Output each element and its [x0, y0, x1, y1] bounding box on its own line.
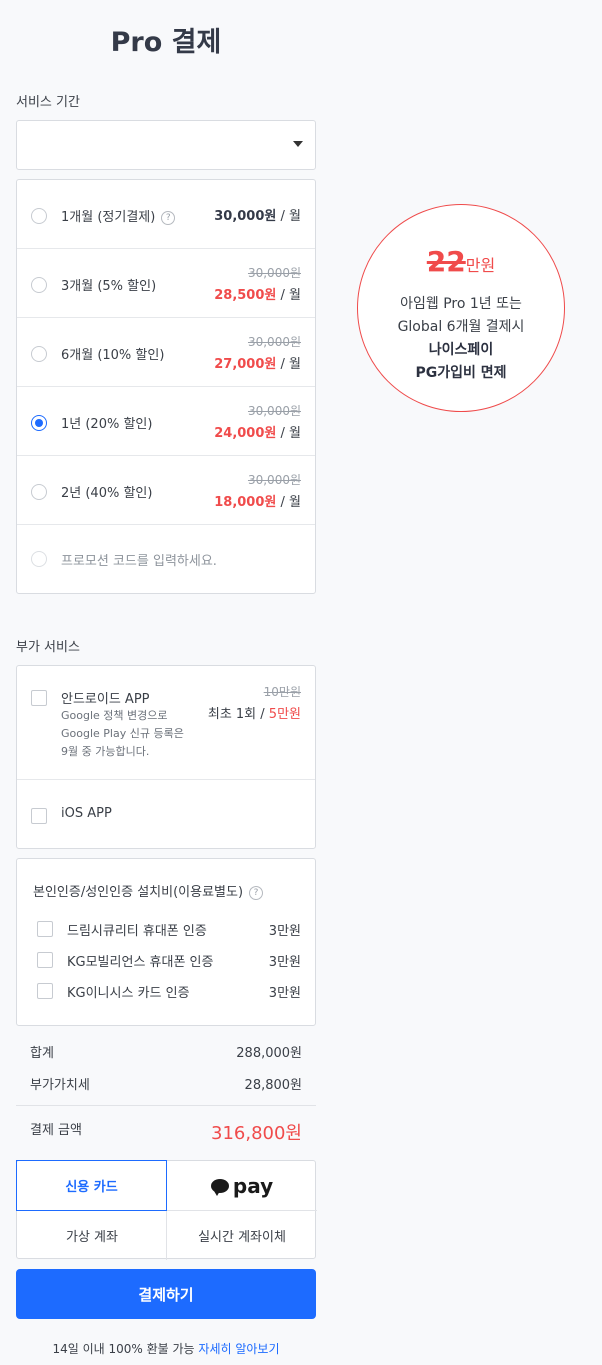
- cert-option[interactable]: KG모빌리언스 휴대폰 인증 3만원: [37, 951, 301, 971]
- plan-option-3m[interactable]: 3개월 (5% 할인) 30,000원 28,500원 / 월: [17, 249, 315, 318]
- cert-cost: 3만원: [268, 924, 301, 939]
- plan-name: 3개월 (5% 할인): [61, 279, 157, 294]
- vat-row: 부가가치세 28,800원: [16, 1074, 316, 1094]
- plan-option-promo[interactable]: 프로모션 코드를 입력하세요.: [17, 525, 315, 594]
- promo-badge: 22만원 아임웹 Pro 1년 또는 Global 6개월 결제시 나이스페이 …: [357, 204, 565, 412]
- addons-panel: 안드로이드 APP Google 정책 변경으로 Google Play 신규 …: [16, 665, 316, 849]
- certification-panel: 본인인증/성인인증 설치비(이용료별도)? 드림시큐리티 휴대폰 인증 3만원 …: [16, 858, 316, 1026]
- android-checkbox[interactable]: [31, 690, 47, 706]
- cert-cost: 3만원: [268, 955, 301, 970]
- caret-down-icon: [293, 141, 303, 147]
- plan-radio-selected[interactable]: [31, 415, 47, 431]
- plan-option-2y[interactable]: 2년 (40% 할인) 30,000원 18,000원 / 월: [17, 456, 315, 525]
- cert-name: KG이니시스 카드 인증: [67, 986, 190, 1001]
- promo-amount: 22만원: [426, 245, 496, 278]
- cert-name: 드림시큐리티 휴대폰 인증: [67, 924, 207, 939]
- promo-line: 나이스페이: [428, 342, 494, 358]
- original-price: 30,000원: [247, 335, 301, 349]
- android-app-price: 10만원 최초 1회 / 5만원: [207, 685, 301, 722]
- subtotal-value: 288,000원: [236, 1046, 302, 1061]
- pay-button[interactable]: 결제하기: [16, 1269, 316, 1319]
- plan-price: 30,000원 18,000원 / 월: [214, 473, 301, 510]
- plan-price: 30,000원 28,500원 / 월: [214, 266, 301, 303]
- plan-radio[interactable]: [31, 346, 47, 362]
- certification-title: 본인인증/성인인증 설치비(이용료별도)?: [33, 881, 264, 900]
- ios-checkbox[interactable]: [31, 808, 47, 824]
- payment-credit-card[interactable]: 신용 카드: [16, 1160, 167, 1211]
- page-title: Pro 결제: [110, 27, 222, 58]
- addons-label: 부가 서비스: [16, 640, 80, 655]
- android-app-desc: Google 정책 변경으로 Google Play 신규 등록은 9월 중 가…: [61, 709, 184, 758]
- plan-radio[interactable]: [31, 551, 47, 567]
- plan-price: 30,000원 / 월: [214, 209, 301, 224]
- vat-value: 28,800원: [244, 1078, 302, 1093]
- android-app-name: 안드로이드 APP: [61, 692, 150, 707]
- help-icon[interactable]: ?: [249, 886, 264, 900]
- service-period-select[interactable]: [16, 120, 316, 170]
- total-row: 결제 금액 316,800원: [16, 1119, 316, 1145]
- original-price: 30,000원: [247, 266, 301, 280]
- help-icon[interactable]: ?: [161, 211, 176, 225]
- cert-checkbox[interactable]: [37, 952, 53, 968]
- plan-radio[interactable]: [31, 208, 47, 224]
- plan-option-1y[interactable]: 1년 (20% 할인) 30,000원 24,000원 / 월: [17, 387, 315, 456]
- total-value: 316,800원: [211, 1123, 302, 1144]
- cert-name: KG모빌리언스 휴대폰 인증: [67, 955, 214, 970]
- plan-price: 30,000원 24,000원 / 월: [214, 404, 301, 441]
- promo-line: 아임웹 Pro 1년 또는: [400, 296, 522, 312]
- payment-methods: 신용 카드 pay 가상 계좌 실시간 계좌이체: [16, 1160, 317, 1260]
- divider: [17, 779, 315, 780]
- cert-checkbox[interactable]: [37, 983, 53, 999]
- plan-name: 1개월 (정기결제)?: [61, 206, 176, 225]
- cert-checkbox[interactable]: [37, 921, 53, 937]
- cert-option[interactable]: KG이니시스 카드 인증 3만원: [37, 982, 301, 1002]
- plan-option-1m[interactable]: 1개월 (정기결제)? 30,000원 / 월: [17, 180, 315, 249]
- plan-option-6m[interactable]: 6개월 (10% 할인) 30,000원 27,000원 / 월: [17, 318, 315, 387]
- cert-cost: 3만원: [268, 986, 301, 1001]
- payment-kakaopay[interactable]: pay: [167, 1161, 317, 1210]
- ios-app-name: iOS APP: [61, 806, 112, 821]
- vat-label: 부가가치세: [30, 1078, 90, 1093]
- service-period-label: 서비스 기간: [16, 95, 80, 110]
- kakao-talk-icon: [210, 1178, 229, 1196]
- refund-notice: 14일 이내 100% 환불 가능 자세히 알아보기: [52, 1342, 280, 1356]
- promo-code-input[interactable]: 프로모션 코드를 입력하세요.: [61, 550, 217, 569]
- promo-line: Global 6개월 결제시: [397, 319, 525, 335]
- payment-virtual-account[interactable]: 가상 계좌: [17, 1211, 167, 1260]
- plan-name: 2년 (40% 할인): [61, 486, 153, 501]
- plan-name: 1년 (20% 할인): [61, 417, 153, 432]
- original-price: 30,000원: [247, 473, 301, 487]
- total-label: 결제 금액: [30, 1123, 82, 1138]
- promo-line: PG가입비 면제: [415, 365, 507, 381]
- subtotal-label: 합계: [30, 1046, 54, 1061]
- plan-radio[interactable]: [31, 277, 47, 293]
- divider: [16, 1105, 316, 1106]
- plan-radio[interactable]: [31, 484, 47, 500]
- cert-option[interactable]: 드림시큐리티 휴대폰 인증 3만원: [37, 920, 301, 940]
- plan-price: 30,000원 27,000원 / 월: [214, 335, 301, 372]
- payment-bank-transfer[interactable]: 실시간 계좌이체: [167, 1211, 317, 1260]
- plan-options: 1개월 (정기결제)? 30,000원 / 월 3개월 (5% 할인) 30,0…: [16, 179, 316, 594]
- plan-name: 6개월 (10% 할인): [61, 348, 165, 363]
- subtotal-row: 합계 288,000원: [16, 1042, 316, 1062]
- refund-details-link[interactable]: 자세히 알아보기: [198, 1342, 279, 1356]
- original-price: 30,000원: [247, 404, 301, 418]
